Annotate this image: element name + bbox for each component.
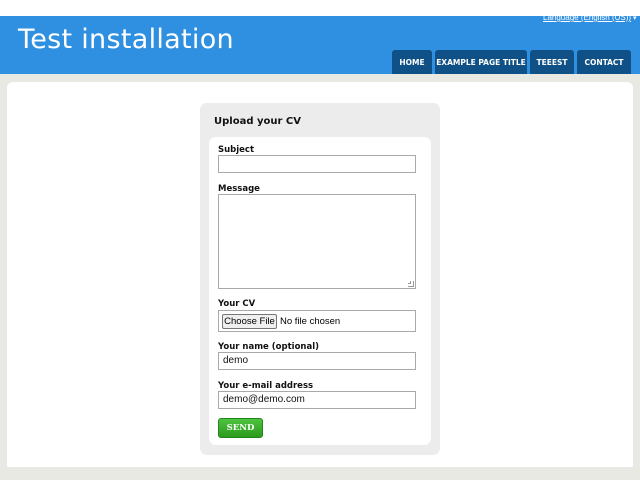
subject-input[interactable] xyxy=(218,155,416,173)
email-input[interactable]: demo@demo.com xyxy=(218,391,416,409)
email-label: Your e-mail address xyxy=(218,381,314,391)
resize-grip-icon[interactable] xyxy=(408,281,414,287)
nav-item-teeest[interactable]: TEEEST xyxy=(530,50,574,74)
choose-file-button[interactable]: Choose File xyxy=(222,314,277,329)
message-textarea[interactable] xyxy=(218,194,416,289)
cv-file-input[interactable]: Choose File No file chosen xyxy=(218,310,416,332)
cv-label: Your CV xyxy=(218,299,256,309)
panel-title: Upload your CV xyxy=(214,116,301,127)
language-selector[interactable]: Language (English (US)) ▾ xyxy=(543,13,637,22)
language-label: Language (English (US)) xyxy=(543,13,632,22)
name-label: Your name (optional) xyxy=(218,342,319,352)
file-status: No file chosen xyxy=(280,316,341,327)
nav-item-example-page-title[interactable]: EXAMPLE PAGE TITLE xyxy=(435,50,527,74)
nav-item-home[interactable]: HOME xyxy=(392,50,432,74)
message-label: Message xyxy=(218,184,260,194)
nav-item-contact[interactable]: CONTACT xyxy=(577,50,631,74)
chevron-down-icon: ▾ xyxy=(633,15,637,22)
send-button[interactable]: SEND xyxy=(218,418,263,438)
subject-label: Subject xyxy=(218,145,255,155)
name-input[interactable]: demo xyxy=(218,352,416,370)
site-title: Test installation xyxy=(18,24,234,55)
